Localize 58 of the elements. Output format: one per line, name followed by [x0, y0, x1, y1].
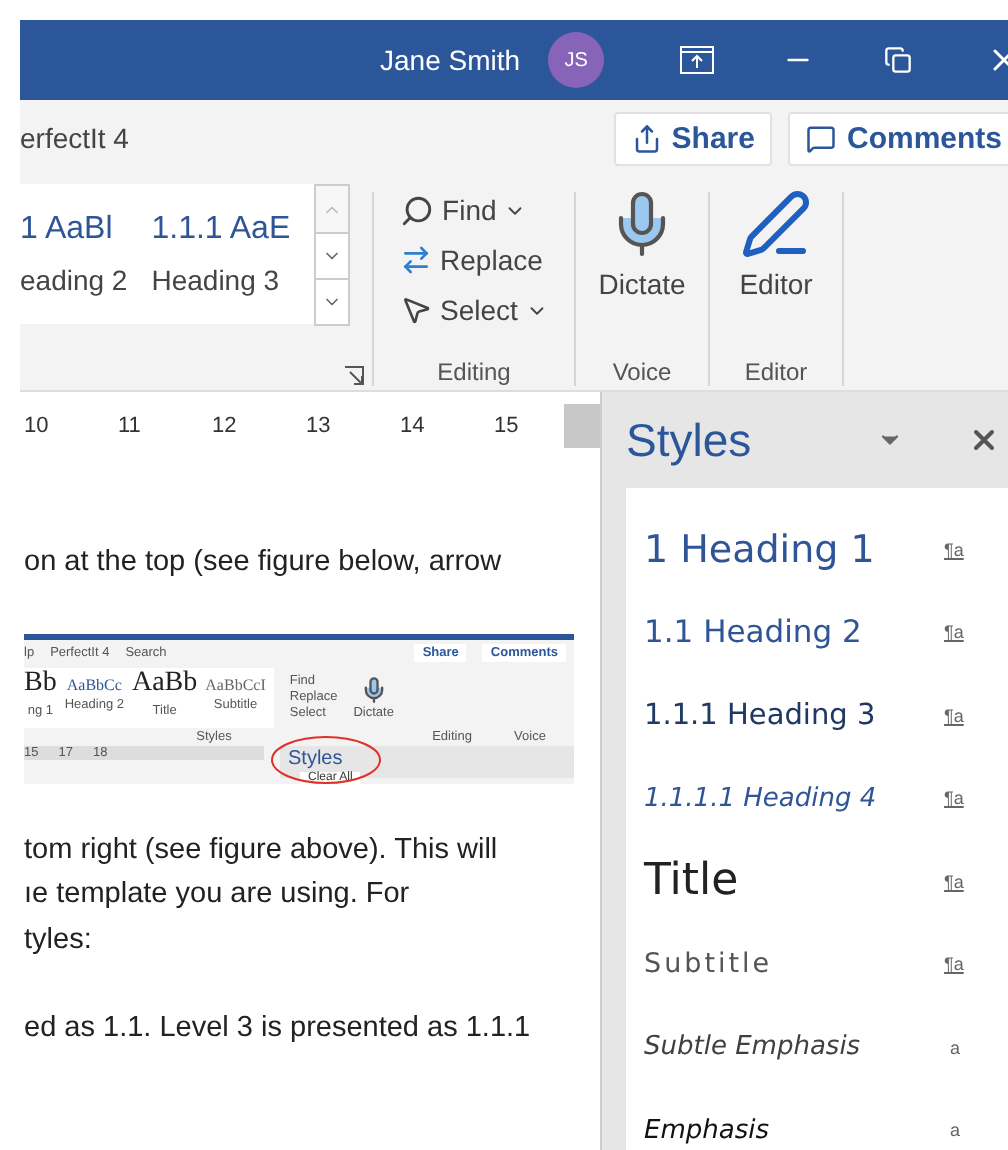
style-type-icon: ¶a: [944, 622, 964, 643]
ruler-number: 11: [116, 414, 143, 438]
style-item[interactable]: 1.1 Heading 2 ¶a: [644, 591, 1008, 674]
style-item[interactable]: Title ¶a: [644, 840, 1008, 923]
ruler-number: 15: [492, 414, 521, 438]
style-name: 1.1.1 Heading 3: [644, 699, 878, 732]
style-type-icon: ¶a: [944, 539, 964, 560]
figure-style-sample: AaBb: [131, 667, 198, 699]
replace-button[interactable]: Replace: [400, 238, 543, 282]
style-name: Emphasis: [644, 1115, 771, 1146]
body-text: on at the top (see figure below, arrow: [24, 544, 504, 582]
style-type-icon: ¶a: [944, 954, 964, 975]
style-type-icon: ¶a: [944, 788, 964, 809]
user-name: Jane Smith: [380, 44, 521, 76]
style-name[interactable]: eading 2: [20, 264, 128, 296]
body-text: tyles:: [24, 921, 94, 959]
group-label: Voice: [612, 358, 672, 390]
style-sample[interactable]: 1 AaBl: [20, 212, 128, 248]
ruler-number: 14: [398, 414, 427, 438]
select-button[interactable]: Select: [400, 288, 548, 332]
dictate-button[interactable]: Dictate: [598, 188, 686, 300]
style-item[interactable]: Emphasis a: [644, 1089, 1008, 1150]
group-label: Editing: [437, 358, 511, 390]
body-text: ed as 1.1. Level 3 is presented as 1.1.1: [24, 1010, 533, 1048]
style-name: Title: [644, 856, 741, 907]
share-button[interactable]: Share: [613, 111, 773, 165]
style-item[interactable]: Subtle Emphasis a: [644, 1006, 1008, 1089]
style-item[interactable]: 1 Heading 1 ¶a: [644, 508, 1008, 591]
editor-button[interactable]: Editor: [739, 188, 813, 300]
style-type-icon: a: [944, 1120, 961, 1141]
figure-style-sample: AaBbCc: [66, 673, 122, 693]
style-type-icon: a: [944, 1037, 961, 1058]
figure-style-sample: AaBbCcI: [205, 673, 266, 693]
style-name: 1.1 Heading 2: [644, 614, 864, 651]
body-text: tom right (see figure above). This will: [24, 831, 500, 869]
find-button[interactable]: Find: [400, 188, 527, 232]
figure-style-sample: Bb: [24, 667, 57, 699]
style-type-icon: ¶a: [944, 705, 964, 726]
style-item[interactable]: 1.1.1.1 Heading 4 ¶a: [644, 757, 1008, 840]
user-avatar[interactable]: JS: [548, 32, 605, 88]
ruler-number: 10: [22, 414, 51, 438]
style-item[interactable]: 1.1.1 Heading 3 ¶a: [644, 674, 1008, 757]
ruler-number: 13: [304, 414, 333, 438]
style-name: Subtle Emphasis: [644, 1032, 863, 1063]
style-name[interactable]: Heading 3: [151, 264, 291, 296]
comments-button[interactable]: Comments: [788, 111, 1008, 165]
style-name: 1.1.1.1 Heading 4: [644, 783, 879, 814]
ruler-number: 12: [210, 414, 239, 438]
style-sample[interactable]: 1.1.1 AaE: [151, 212, 291, 248]
body-text: ıe template you are using. For: [24, 876, 412, 914]
ribbon-tab[interactable]: erfectIt 4: [20, 122, 598, 154]
style-item[interactable]: Subtitle ¶a: [644, 923, 1008, 1006]
figure-pane-title: Styles: [286, 745, 345, 769]
style-name: 1 Heading 1: [644, 527, 877, 572]
style-type-icon: ¶a: [944, 871, 964, 892]
group-label: Editor: [744, 358, 808, 390]
style-name: Subtitle: [644, 948, 775, 981]
pane-title: Styles: [626, 413, 754, 467]
